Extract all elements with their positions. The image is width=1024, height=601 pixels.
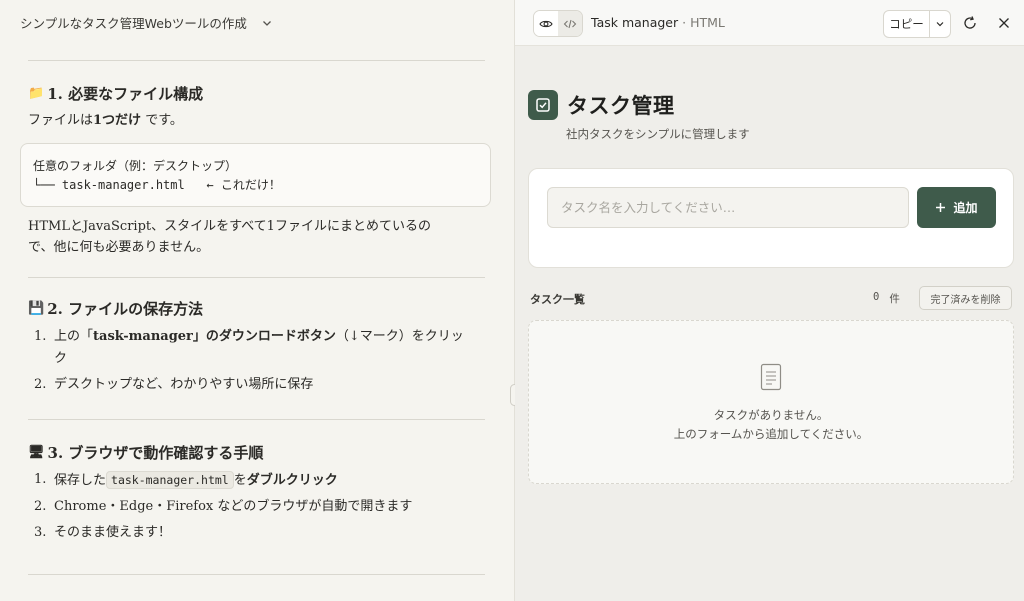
task-list-label: タスク一覧 [530, 293, 585, 306]
list-item: 2. デスクトップなど、わかりやすい場所に保存 [34, 377, 314, 392]
message-content: 📁 1. 必要なファイル構成 ファイルは1つだけ です。 任意のフォルダ（例：デ… [20, 60, 492, 575]
list-item: 1. 保存した task-manager.html をダブルクリック [34, 471, 338, 489]
view-toggle[interactable] [533, 10, 583, 37]
app-logo [528, 90, 558, 120]
paragraph: HTMLとJavaScript、スタイルをすべて1ファイルにまとめているの で、… [28, 219, 431, 255]
list-item: 2. Chrome・Edge・Firefox などのブラウザが自動で開きます [34, 499, 413, 514]
empty-message: タスクがありません。 上のフォームから追加してください。 [673, 408, 869, 441]
divider [28, 60, 485, 61]
close-button[interactable] [995, 14, 1013, 32]
divider [28, 574, 485, 575]
list-item: 3. そのまま使えます！ [34, 525, 172, 540]
artifact-toolbar: Task manager · HTML コピー [515, 0, 1024, 46]
copy-options-button[interactable] [930, 11, 950, 37]
code-line: 任意のフォルダ（例：デスクトップ） [33, 159, 238, 173]
checkbox-icon [536, 98, 550, 112]
chat-pane: シンプルなタスク管理Webツールの作成 📁 1. 必要なファイル構成 ファイルは… [0, 0, 514, 601]
artifact-pane: Task manager · HTML コピー タスク管理 社内タスクをシンプル… [515, 0, 1024, 601]
chevron-down-icon [262, 20, 271, 26]
section-heading-files: 📁 1. 必要なファイル構成 [28, 85, 204, 103]
task-count: 0 件 [873, 291, 900, 305]
section-heading-save: 💾 2. ファイルの保存方法 [28, 300, 204, 318]
divider [28, 277, 485, 278]
inline-code: task-manager.html [106, 471, 234, 489]
chat-title: シンプルなタスク管理Webツールの作成 [20, 16, 247, 31]
refresh-button[interactable] [961, 14, 979, 32]
close-icon [999, 18, 1009, 28]
monitor-icon: 🖥 [28, 445, 45, 460]
paragraph: ファイルは1つだけ です。 [28, 113, 183, 128]
chevron-down-icon [936, 22, 944, 27]
divider [28, 419, 485, 420]
artifact-title: Task manager · HTML [591, 15, 725, 30]
copy-button-group: コピー [883, 10, 951, 38]
section-heading-browser: 🖥 3. ブラウザで動作確認する手順 [28, 444, 264, 462]
app-title: タスク管理 [567, 94, 675, 118]
add-task-button[interactable]: 追加 [917, 187, 996, 228]
document-icon [760, 363, 782, 391]
code-block[interactable]: 任意のフォルダ（例：デスクトップ） └── task-manager.html … [20, 143, 491, 207]
folder-icon: 📁 [28, 86, 45, 101]
floppy-disk-icon: 💾 [28, 301, 45, 316]
code-icon [563, 19, 577, 28]
code-toggle[interactable] [558, 11, 582, 36]
code-line: └── task-manager.html ← これだけ！ [33, 178, 281, 192]
plus-icon [936, 203, 946, 212]
list-item: 1. 上の「task-manager」のダウンロードボタン（↓マーク）をクリック [34, 329, 464, 366]
task-name-input[interactable] [547, 187, 909, 228]
clear-completed-button[interactable]: 完了済みを削除 [919, 286, 1012, 310]
chat-title-dropdown[interactable]: シンプルなタスク管理Webツールの作成 [20, 13, 273, 32]
copy-button[interactable]: コピー [884, 11, 930, 37]
eye-icon [539, 20, 553, 27]
ordered-list: 1. 保存した task-manager.html をダブルクリック 2. Chro… [28, 469, 492, 544]
ordered-list: 1. 上の「task-manager」のダウンロードボタン（↓マーク）をクリック… [28, 326, 492, 396]
preview-toggle[interactable] [534, 11, 558, 36]
refresh-icon [964, 16, 976, 29]
app-subtitle: 社内タスクをシンプルに管理します [566, 127, 750, 141]
task-form-card: 追加 [528, 168, 1014, 268]
empty-task-list: タスクがありません。 上のフォームから追加してください。 [528, 320, 1014, 484]
